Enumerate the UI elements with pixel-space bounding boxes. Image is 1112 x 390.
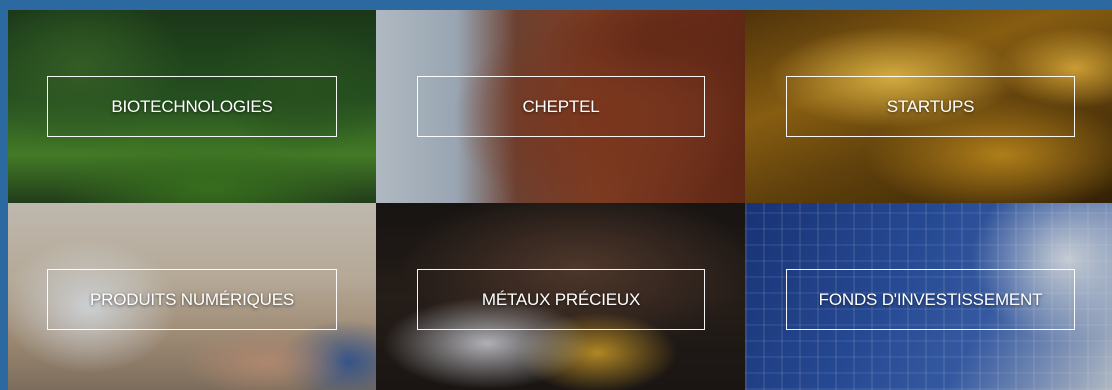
- label-box-biotechnologies[interactable]: BIOTECHNOLOGIES: [47, 76, 337, 137]
- label-box-metaux-precieux[interactable]: MÉTAUX PRÉCIEUX: [417, 269, 705, 330]
- tile-produits-numeriques[interactable]: PRODUITS NUMÉRIQUES: [8, 203, 376, 390]
- tile-biotechnologies[interactable]: BIOTECHNOLOGIES: [8, 10, 376, 203]
- label-box-startups[interactable]: STARTUPS: [786, 76, 1075, 137]
- page-frame: BIOTECHNOLOGIES CHEPTEL STARTUPS PRODUIT…: [0, 0, 1112, 390]
- tile-label-cheptel: CHEPTEL: [522, 96, 600, 116]
- label-box-fonds-investissement[interactable]: FONDS D'INVESTISSEMENT: [786, 269, 1075, 330]
- label-box-produits-numeriques[interactable]: PRODUITS NUMÉRIQUES: [47, 269, 337, 330]
- category-grid: BIOTECHNOLOGIES CHEPTEL STARTUPS PRODUIT…: [8, 10, 1112, 390]
- tile-cheptel[interactable]: CHEPTEL: [376, 10, 745, 203]
- tile-label-fonds-investissement: FONDS D'INVESTISSEMENT: [818, 289, 1043, 309]
- tile-label-startups: STARTUPS: [886, 96, 975, 116]
- tile-label-produits-numeriques: PRODUITS NUMÉRIQUES: [90, 289, 294, 309]
- label-box-cheptel[interactable]: CHEPTEL: [417, 76, 705, 137]
- tile-label-biotechnologies: BIOTECHNOLOGIES: [111, 96, 273, 116]
- tile-label-metaux-precieux: MÉTAUX PRÉCIEUX: [481, 289, 641, 309]
- tile-startups[interactable]: STARTUPS: [745, 10, 1112, 203]
- tile-metaux-precieux[interactable]: MÉTAUX PRÉCIEUX: [376, 203, 745, 390]
- tile-fonds-investissement[interactable]: FONDS D'INVESTISSEMENT: [745, 203, 1112, 390]
